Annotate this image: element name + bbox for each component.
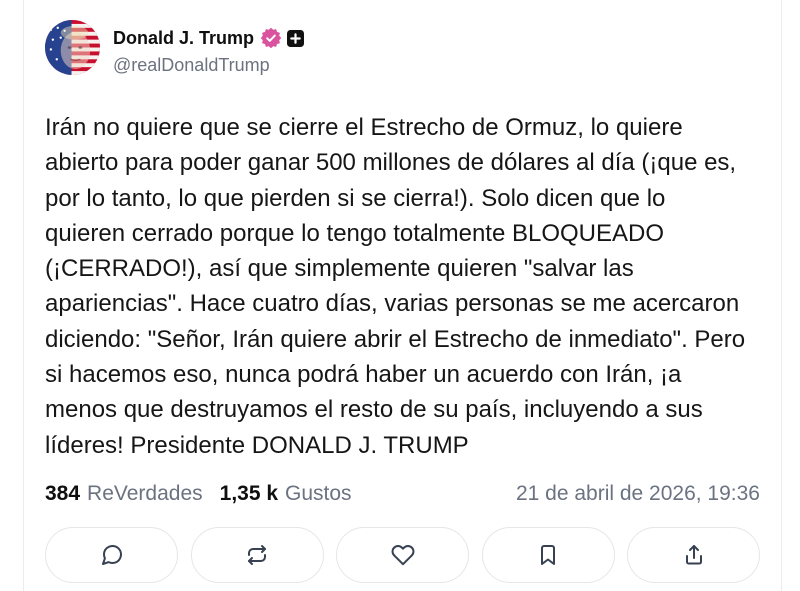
retruths-label: ReVerdades — [87, 482, 203, 505]
retruths-count: 384 — [45, 482, 81, 505]
retruth-icon — [248, 545, 266, 565]
post-text-line: abierto para poder ganar 500 millones de… — [45, 149, 737, 177]
author-name-row: Donald J. Trump — [113, 26, 305, 50]
post-body: Irán no quiere que se cierre el Estrecho… — [45, 110, 770, 463]
bookmark-icon — [541, 545, 555, 565]
reply-button[interactable] — [45, 527, 178, 583]
post-text-line: diciendo: "Señor, Irán quiere abrir el E… — [45, 325, 746, 353]
post-text-line: menos que destruyamos el resto de su paí… — [45, 396, 703, 424]
retruths-stat[interactable]: 384 ReVerdades — [45, 481, 203, 507]
post-text-line: quieren cerrado porque lo tengo totalmen… — [45, 219, 665, 247]
likes-count: 1,35 k — [219, 482, 279, 505]
heart-icon — [391, 545, 414, 566]
post-text-line: líderes! Presidente DONALD J. TRUMP — [45, 431, 469, 459]
stats-counts: 384 ReVerdades 1,35 k Gustos — [45, 481, 352, 507]
share-icon — [685, 545, 702, 565]
author-name[interactable]: Donald J. Trump — [113, 27, 254, 49]
post-timestamp: 21 de abril de 2026, 19:36 — [515, 482, 760, 505]
post-text-line: (¡CERRADO!), así que simplemente quieren… — [45, 255, 634, 283]
comment-icon — [101, 544, 122, 565]
avatar[interactable] — [45, 20, 100, 75]
plus-badge-icon — [287, 29, 305, 47]
post-text-line: por lo tanto, lo que pierden si se cierr… — [45, 184, 666, 212]
likes-stat[interactable]: 1,35 k Gustos — [220, 481, 352, 507]
post-text-line: apariencias". Hace cuatro días, varias p… — [45, 290, 740, 318]
post-text-line: si hacemos eso, nunca podrá haber un acu… — [45, 361, 682, 389]
post-stats: 384 ReVerdades 1,35 k Gustos 21 de abril d… — [45, 481, 760, 507]
post-actions — [45, 527, 760, 583]
author-handle[interactable]: @realDonaldTrump — [113, 54, 270, 76]
verified-badge-icon — [261, 28, 282, 48]
retruth-button[interactable] — [190, 527, 324, 583]
bookmark-button[interactable] — [481, 527, 615, 583]
likes-label: Gustos — [285, 482, 352, 505]
like-button[interactable] — [336, 527, 469, 583]
avatar-image — [45, 20, 100, 75]
post-text-line: Irán no quiere que se cierre el Estrecho… — [45, 114, 683, 141]
share-button[interactable] — [627, 527, 760, 583]
